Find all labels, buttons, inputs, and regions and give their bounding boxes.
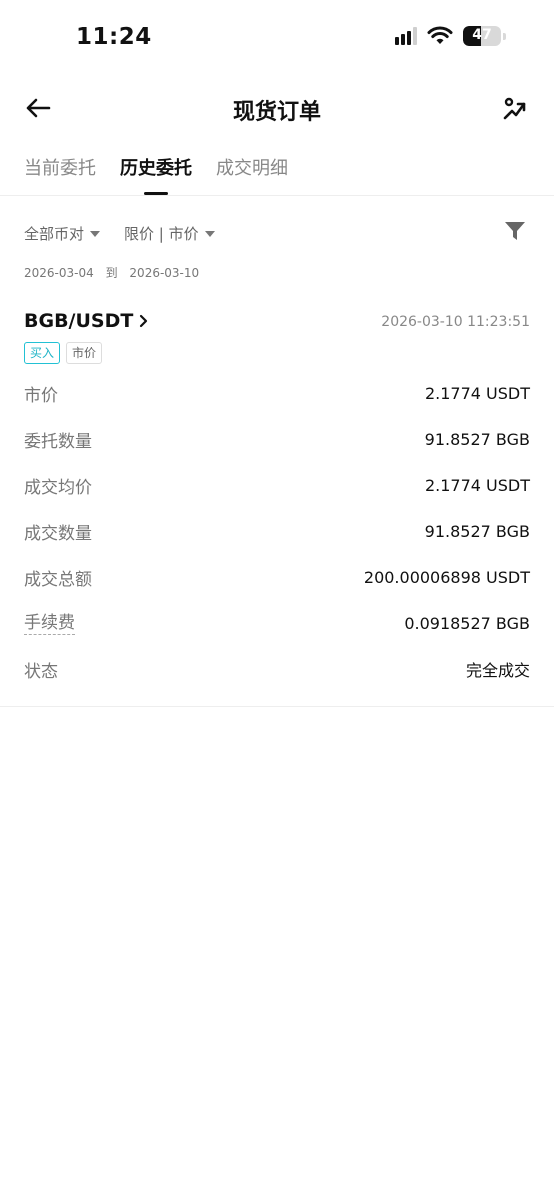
funnel-icon[interactable] <box>504 220 526 242</box>
detail-value: 2.1774 USDT <box>424 475 530 495</box>
tab-trade-details[interactable]: 成交明细 <box>216 142 288 195</box>
detail-value: 0.0918527 BGB <box>404 613 530 633</box>
order-pair: BGB/USDT <box>24 310 134 332</box>
signal-icon <box>395 27 417 45</box>
type-tag: 市价 <box>66 342 103 364</box>
detail-value: 91.8527 BGB <box>424 429 530 449</box>
tab-current-orders[interactable]: 当前委托 <box>24 142 96 195</box>
order-card-header: BGB/USDT 2026-03-10 11:23:51 买入 市价 <box>0 286 554 370</box>
pair-filter-label: 全部币对 <box>24 224 85 243</box>
type-filter-dropdown[interactable]: 限价 | 市价 <box>124 223 215 244</box>
page-title: 现货订单 <box>232 100 321 125</box>
tab-order-history[interactable]: 历史委托 <box>120 142 192 195</box>
detail-row-total: 成交总额 200.00006898 USDT <box>24 554 530 600</box>
pair-filter-dropdown[interactable]: 全部币对 <box>24 223 101 244</box>
side-tag: 买入 <box>24 342 61 364</box>
detail-label: 成交均价 <box>24 477 92 498</box>
status-icons: 47 <box>395 26 506 46</box>
detail-row-fee: 手续费 0.0918527 BGB <box>24 600 530 646</box>
chevron-right-icon <box>140 314 148 328</box>
detail-row-filled-quantity: 成交数量 91.8527 BGB <box>24 508 530 554</box>
detail-row-avg-price: 成交均价 2.1774 USDT <box>24 462 530 508</box>
detail-row-market-price: 市价 2.1774 USDT <box>24 370 530 416</box>
filter-row: 全部币对 限价 | 市价 <box>0 196 554 270</box>
status-bar: 11:24 47 <box>0 0 554 76</box>
battery-percent: 47 <box>472 27 492 43</box>
detail-value: 2.1774 USDT <box>424 383 530 403</box>
status-time: 11:24 <box>76 24 152 50</box>
detail-label: 市价 <box>24 385 58 406</box>
divider <box>0 706 554 707</box>
detail-label: 成交总额 <box>24 569 92 590</box>
detail-label: 成交数量 <box>24 523 92 544</box>
type-filter-label: 限价 | 市价 <box>124 224 199 243</box>
detail-value: 91.8527 BGB <box>424 521 530 541</box>
fee-label-tooltip-trigger[interactable]: 手续费 <box>24 612 75 635</box>
detail-label: 委托数量 <box>24 431 92 452</box>
wifi-icon <box>427 26 453 44</box>
detail-label: 状态 <box>24 661 58 682</box>
detail-value: 200.00006898 USDT <box>363 567 530 587</box>
order-tags: 买入 市价 <box>24 342 103 364</box>
nav-header: 现货订单 <box>0 76 554 142</box>
share-button[interactable] <box>498 92 532 126</box>
order-details: 市价 2.1774 USDT 委托数量 91.8527 BGB 成交均价 2.1… <box>0 370 554 692</box>
order-pair-link[interactable]: BGB/USDT <box>24 310 149 332</box>
status-value: 完全成交 <box>465 661 530 680</box>
caret-down-icon <box>90 231 101 237</box>
detail-row-status: 状态 完全成交 <box>24 646 530 692</box>
share-icon <box>503 97 526 120</box>
order-time: 2026-03-10 11:23:51 <box>381 314 530 330</box>
detail-row-order-quantity: 委托数量 91.8527 BGB <box>24 416 530 462</box>
caret-down-icon <box>204 231 215 237</box>
order-tabs: 当前委托 历史委托 成交明细 <box>0 142 554 196</box>
battery-icon: 47 <box>463 26 501 46</box>
